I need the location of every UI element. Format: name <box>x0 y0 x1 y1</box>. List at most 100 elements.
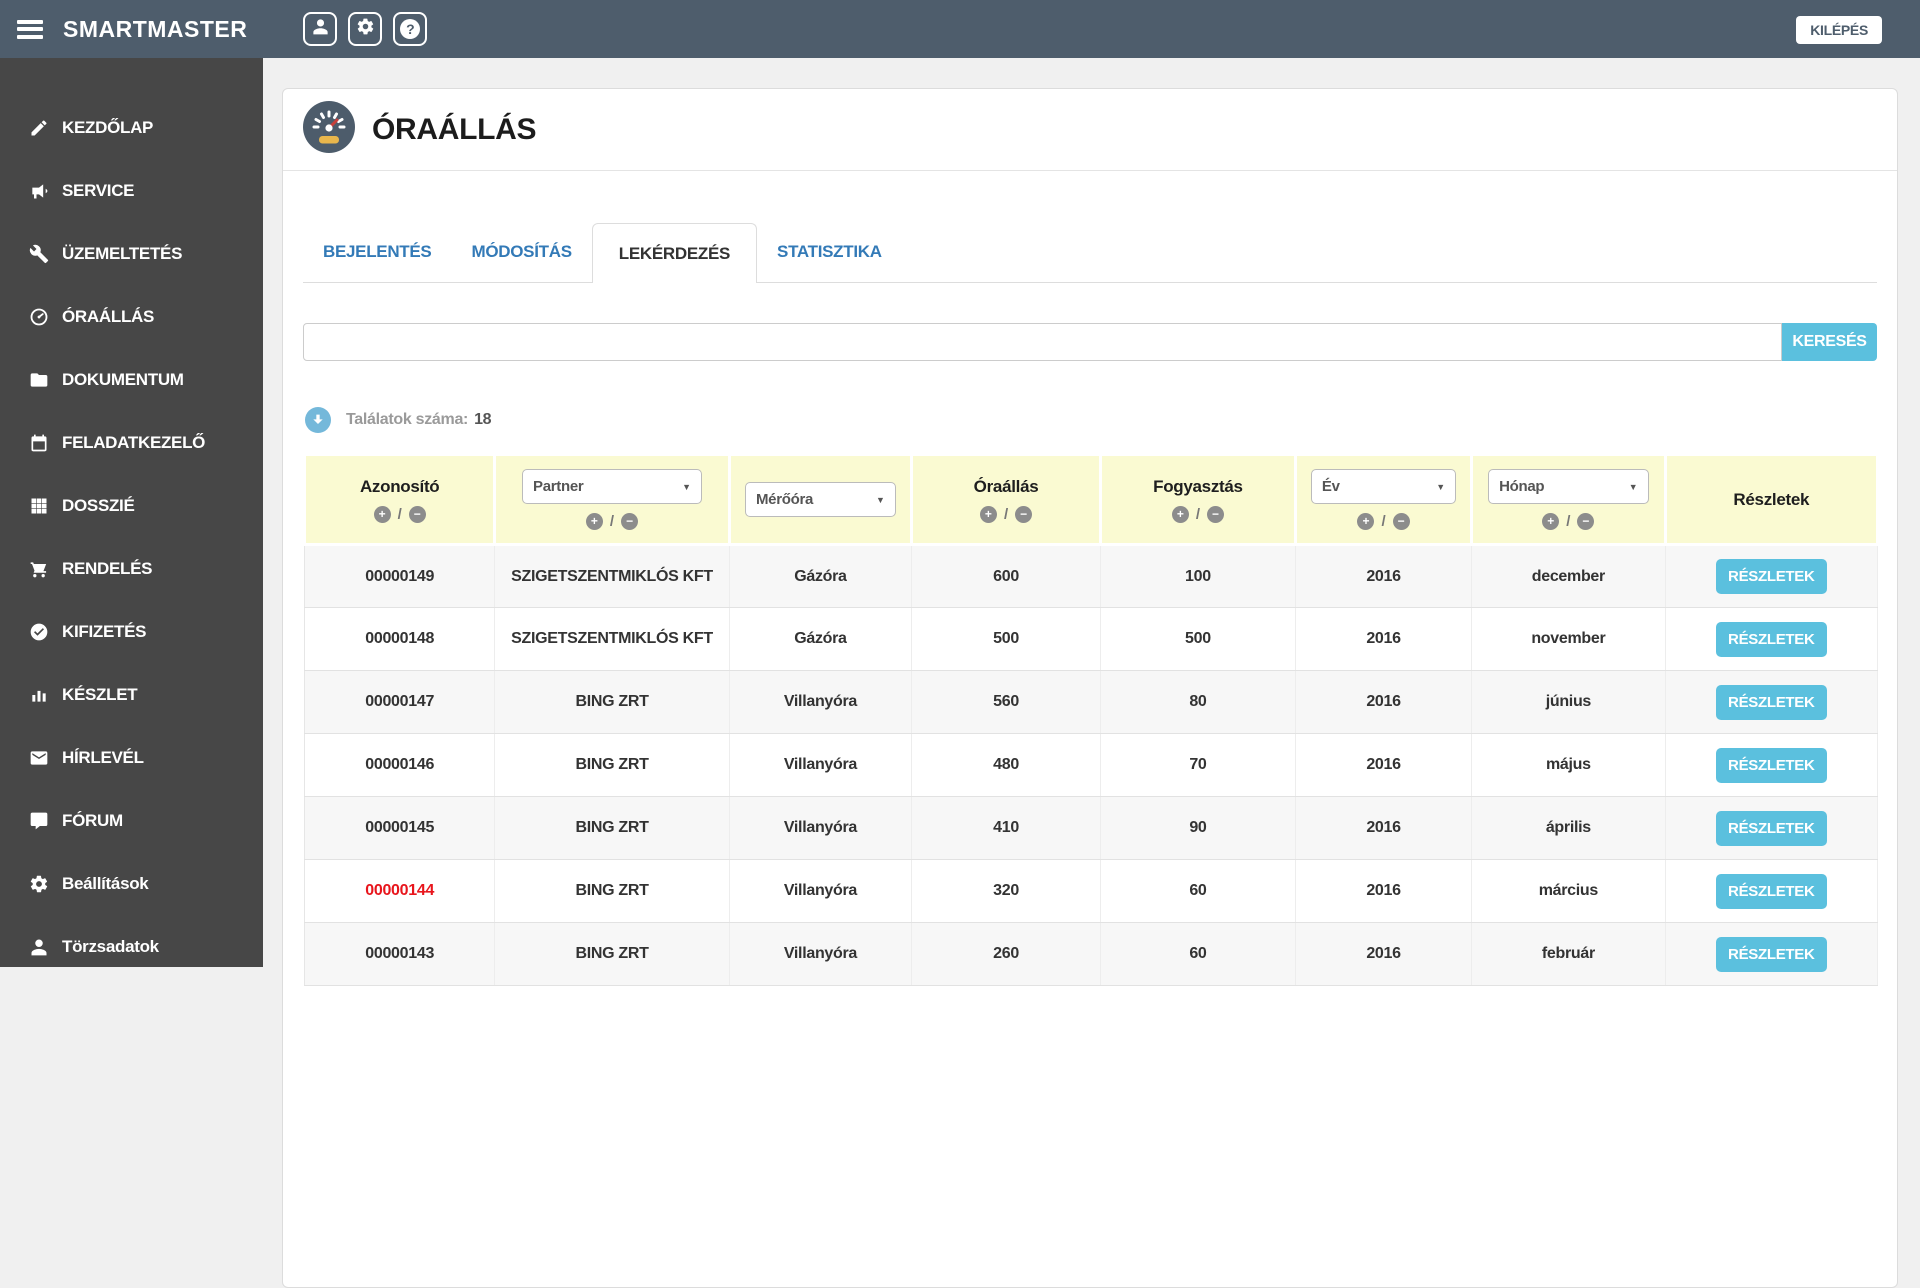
tab-bar: BEJELENTÉSMÓDOSÍTÁSLEKÉRDEZÉSSTATISZTIKA <box>303 223 1877 283</box>
sort-ascending-button[interactable]: + <box>1542 513 1559 530</box>
gear-button[interactable] <box>348 12 382 46</box>
results-summary: Találatok száma: 18 <box>305 407 1877 433</box>
arrow-down-circle-icon[interactable] <box>305 407 331 433</box>
column-header-year: Év▼ + /− <box>1295 455 1471 545</box>
gauge-icon <box>303 101 355 158</box>
page-header: ÓRAÁLLÁS <box>283 89 1897 171</box>
cell-meroora: Villanyóra <box>729 734 911 797</box>
logout-button[interactable]: KILÉPÉS <box>1796 16 1882 44</box>
caret-down-icon: ▼ <box>876 495 885 505</box>
sort-separator: / <box>1196 506 1200 523</box>
sidebar-item-uzemeltetes[interactable]: ÜZEMELTETÉS <box>0 234 263 274</box>
sort-ascending-button[interactable]: + <box>586 513 603 530</box>
meter-filter-select[interactable]: Mérőóra▼ <box>745 482 896 517</box>
year-filter-select[interactable]: Év▼ <box>1311 469 1456 504</box>
cell-honap: december <box>1472 545 1665 608</box>
user-button[interactable] <box>303 12 337 46</box>
sort-ascending-button[interactable]: + <box>374 506 391 523</box>
sort-descending-button[interactable]: − <box>1577 513 1594 530</box>
sort-descending-button[interactable]: − <box>1015 506 1032 523</box>
cell-honap: május <box>1472 734 1665 797</box>
sort-ascending-button[interactable]: + <box>980 506 997 523</box>
sidebar-item-dosszie[interactable]: DOSSZIÉ <box>0 486 263 526</box>
comment-icon <box>28 811 49 832</box>
sidebar-item-hirlevel[interactable]: HÍRLEVÉL <box>0 738 263 778</box>
sort-descending-button[interactable]: − <box>409 506 426 523</box>
sidebar-item-oraallas[interactable]: ÓRAÁLLÁS <box>0 297 263 337</box>
column-header-partner: Partner▼+/− <box>495 455 729 545</box>
cart-icon <box>28 559 49 580</box>
cell-oraallas: 600 <box>912 545 1101 608</box>
details-button[interactable]: RÉSZLETEK <box>1716 937 1826 972</box>
sidebar-item-dokumentum[interactable]: DOKUMENTUM <box>0 360 263 400</box>
cell-honap: november <box>1472 608 1665 671</box>
content-panel: ÓRAÁLLÁS BEJELENTÉSMÓDOSÍTÁSLEKÉRDEZÉSST… <box>282 88 1898 1288</box>
details-button[interactable]: RÉSZLETEK <box>1716 811 1826 846</box>
search-button[interactable]: KERESÉS <box>1782 323 1877 361</box>
tab-modositas[interactable]: MÓDOSÍTÁS <box>451 222 591 282</box>
cell-ev: 2016 <box>1295 734 1471 797</box>
caret-down-icon: ▼ <box>1436 482 1445 492</box>
cell-meroora: Villanyóra <box>729 923 911 986</box>
details-button[interactable]: RÉSZLETEK <box>1716 748 1826 783</box>
column-label: Óraállás <box>917 477 1095 497</box>
sidebar-item-rendeles[interactable]: RENDELÉS <box>0 549 263 589</box>
details-button[interactable]: RÉSZLETEK <box>1716 622 1826 657</box>
sort-ascending-button[interactable]: + <box>1172 506 1189 523</box>
details-button[interactable]: RÉSZLETEK <box>1716 559 1826 594</box>
gear-icon <box>356 17 375 41</box>
cell-partner: BING ZRT <box>495 734 729 797</box>
cell-fogyasztas: 70 <box>1100 734 1295 797</box>
sidebar-item-service[interactable]: SERVICE <box>0 171 263 211</box>
sidebar-item-label: DOKUMENTUM <box>62 370 184 390</box>
cell-ev: 2016 <box>1295 671 1471 734</box>
sort-separator: / <box>1381 513 1385 530</box>
cell-reszletek: RÉSZLETEK <box>1665 860 1877 923</box>
details-button[interactable]: RÉSZLETEK <box>1716 874 1826 909</box>
cell-reszletek: RÉSZLETEK <box>1665 545 1877 608</box>
help-button[interactable]: ? <box>393 12 427 46</box>
results-label: Találatok száma: <box>346 411 468 429</box>
search-bar: KERESÉS <box>303 323 1877 361</box>
sidebar-item-label: HÍRLEVÉL <box>62 748 144 768</box>
sort-ascending-button[interactable]: + <box>1357 513 1374 530</box>
tab-bejelentes[interactable]: BEJELENTÉS <box>303 222 451 282</box>
search-input[interactable] <box>303 323 1782 361</box>
sidebar-item-kifizetes[interactable]: KIFIZETÉS <box>0 612 263 652</box>
column-header-reading: Óraállás+/− <box>912 455 1101 545</box>
table-row: 00000148 SZIGETSZENTMIKLÓS KFT Gázóra 50… <box>305 608 1878 671</box>
cell-reszletek: RÉSZLETEK <box>1665 923 1877 986</box>
sidebar-item-label: KIFIZETÉS <box>62 622 146 642</box>
results-count: 18 <box>474 411 491 429</box>
tab-lekerdezes[interactable]: LEKÉRDEZÉS <box>592 223 757 283</box>
sidebar-item-forum[interactable]: FÓRUM <box>0 801 263 841</box>
help-icon: ? <box>400 19 420 39</box>
cell-meroora: Villanyóra <box>729 671 911 734</box>
wrench-icon <box>28 244 49 265</box>
cell-partner: BING ZRT <box>495 797 729 860</box>
sort-descending-button[interactable]: − <box>1393 513 1410 530</box>
cell-reszletek: RÉSZLETEK <box>1665 671 1877 734</box>
cell-reszletek: RÉSZLETEK <box>1665 797 1877 860</box>
sort-descending-button[interactable]: − <box>621 513 638 530</box>
gear-icon <box>28 874 49 895</box>
sidebar-item-feladatkezelo[interactable]: FELADATKEZELŐ <box>0 423 263 463</box>
month-filter-select[interactable]: Hónap▼ <box>1488 469 1649 504</box>
sidebar-item-beallitasok[interactable]: Beállítások <box>0 864 263 904</box>
sidebar-item-label: DOSSZIÉ <box>62 496 135 516</box>
sidebar-item-kezdolap[interactable]: KEZDŐLAP <box>0 108 263 148</box>
tab-statisztika[interactable]: STATISZTIKA <box>757 222 902 282</box>
table-row: 00000145 BING ZRT Villanyóra 410 90 2016… <box>305 797 1878 860</box>
sidebar-item-torzsadatok[interactable]: Törzsadatok <box>0 927 263 967</box>
sort-separator: / <box>398 506 402 523</box>
cell-reszletek: RÉSZLETEK <box>1665 608 1877 671</box>
hamburger-icon[interactable] <box>17 20 43 39</box>
sort-descending-button[interactable]: − <box>1207 506 1224 523</box>
main-area: ÓRAÁLLÁS BEJELENTÉSMÓDOSÍTÁSLEKÉRDEZÉSST… <box>263 58 1920 967</box>
column-header-month: Hónap▼+/− <box>1472 455 1665 545</box>
details-button[interactable]: RÉSZLETEK <box>1716 685 1826 720</box>
page-title: ÓRAÁLLÁS <box>372 113 536 147</box>
sidebar-item-label: ÜZEMELTETÉS <box>62 244 182 264</box>
partner-filter-select[interactable]: Partner▼ <box>522 469 702 504</box>
sidebar-item-keszlet[interactable]: KÉSZLET <box>0 675 263 715</box>
